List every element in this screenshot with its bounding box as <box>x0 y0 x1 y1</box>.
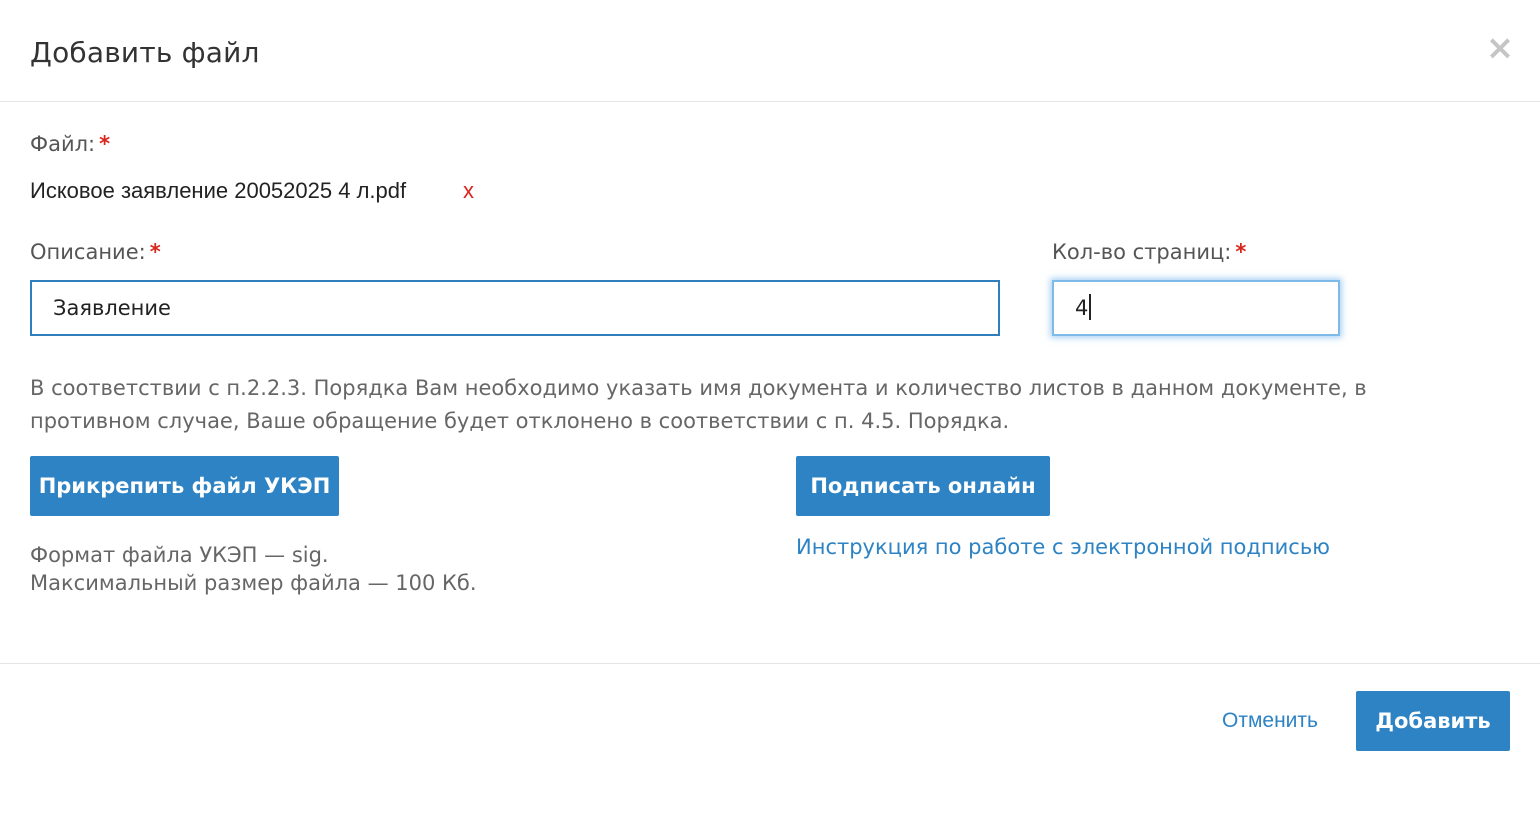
description-label-text: Описание: <box>30 240 146 264</box>
text-caret <box>1089 294 1092 320</box>
cancel-button[interactable]: Отменить <box>1200 691 1340 751</box>
close-icon[interactable]: × <box>1484 31 1516 65</box>
pages-input-value: 4 <box>1075 296 1089 320</box>
description-input-value: Заявление <box>53 296 171 320</box>
file-label-text: Файл: <box>30 132 96 156</box>
pages-label: Кол-во страниц: * <box>1052 240 1246 264</box>
dialog-title: Добавить файл <box>30 36 260 69</box>
hint-format: Формат файла УКЭП — sig. <box>30 543 329 567</box>
required-mark: * <box>99 132 111 156</box>
pages-label-text: Кол-во страниц: <box>1052 240 1232 264</box>
remove-file-button[interactable]: x <box>463 178 474 204</box>
attached-file-name: Исковое заявление 20052025 4 л.pdf <box>30 178 407 203</box>
dialog-header: Добавить файл × <box>0 0 1540 102</box>
required-mark: * <box>149 240 161 264</box>
hint-max-size: Максимальный размер файла — 100 Кб. <box>30 571 477 595</box>
signature-file-hint: Формат файла УКЭП — sig. Максимальный ра… <box>30 541 477 597</box>
footer-divider <box>0 663 1540 664</box>
attach-signature-file-button[interactable]: Прикрепить файл УКЭП <box>30 456 339 516</box>
pages-count-input[interactable]: 4 <box>1052 280 1340 336</box>
sign-online-button[interactable]: Подписать онлайн <box>796 456 1050 516</box>
required-mark: * <box>1235 240 1247 264</box>
file-label: Файл: * <box>30 132 110 156</box>
add-button[interactable]: Добавить <box>1356 691 1510 751</box>
add-file-dialog: Добавить файл × Файл: * Исковое заявление… <box>0 0 1540 813</box>
description-label: Описание: * <box>30 240 161 264</box>
description-input[interactable]: Заявление <box>30 280 1000 336</box>
signature-instruction-link[interactable]: Инструкция по работе с электронной подпи… <box>796 535 1330 559</box>
requirements-notice: В соответствии с п.2.2.3. Порядка Вам не… <box>30 376 1367 433</box>
